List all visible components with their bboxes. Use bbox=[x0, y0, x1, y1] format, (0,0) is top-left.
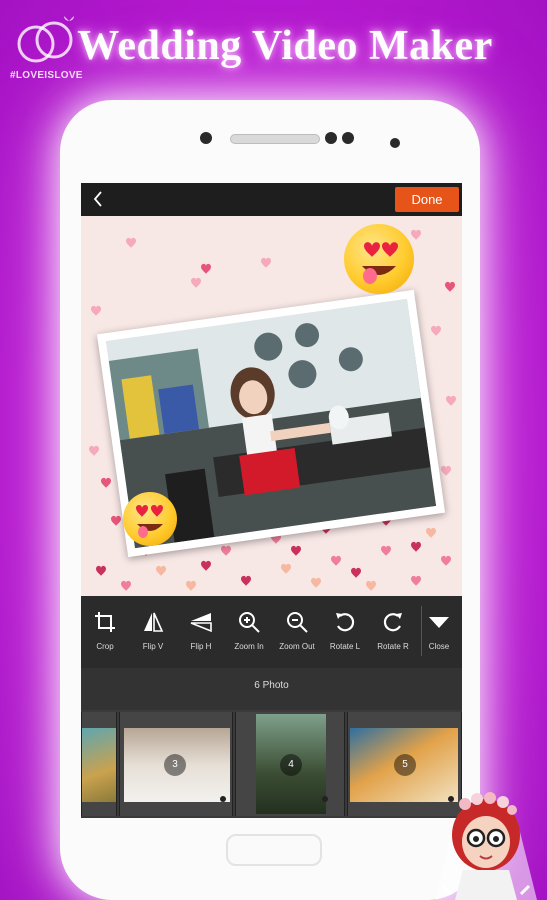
top-bar: Done bbox=[81, 183, 462, 216]
rotate-right-icon bbox=[383, 613, 402, 632]
edit-canvas[interactable] bbox=[81, 216, 462, 596]
close-tools-button[interactable]: Close bbox=[415, 602, 462, 662]
flip-h-button[interactable]: Flip H bbox=[177, 602, 225, 662]
rotate-left-button[interactable]: Rotate L bbox=[321, 602, 369, 662]
photos-count: 6 Photo bbox=[254, 680, 289, 691]
rotate-right-button[interactable]: Rotate R bbox=[369, 602, 417, 662]
page-title: Wedding Video Maker bbox=[77, 23, 493, 69]
sensor-dot bbox=[200, 132, 212, 144]
close-triangle-icon bbox=[429, 617, 449, 628]
thumbnail-image bbox=[82, 728, 116, 802]
chevron-left-icon bbox=[93, 191, 102, 207]
home-button[interactable] bbox=[226, 834, 322, 866]
front-camera-2 bbox=[342, 132, 354, 144]
bride-mascot bbox=[425, 790, 547, 900]
thumbnail-strip: 3 4 5 bbox=[81, 710, 462, 818]
flip-v-icon bbox=[144, 612, 164, 632]
thumbnail-number: 4 bbox=[280, 754, 302, 776]
flip-h-icon bbox=[190, 613, 212, 633]
flip-v-label: Flip V bbox=[142, 642, 164, 651]
flip-h-label: Flip H bbox=[190, 642, 212, 651]
bride-cartoon-icon bbox=[435, 792, 537, 900]
close-label: Close bbox=[428, 642, 450, 651]
front-camera bbox=[325, 132, 337, 144]
thumbnail-number: 3 bbox=[164, 754, 186, 776]
thumbnail-3[interactable]: 3 bbox=[119, 712, 233, 816]
zoom-out-icon bbox=[287, 612, 308, 633]
back-button[interactable] bbox=[87, 187, 111, 211]
done-button[interactable]: Done bbox=[395, 187, 459, 212]
app-screen: Done Crop Flip V Flip H Zoom In Zoom Out… bbox=[81, 183, 462, 818]
logo-tag: #LOVEISLOVE bbox=[10, 70, 83, 81]
photos-count-bar: 6 Photo bbox=[81, 668, 462, 710]
zoom-in-icon bbox=[239, 612, 260, 633]
flip-v-button[interactable]: Flip V bbox=[129, 602, 177, 662]
rotate-left-label: Rotate L bbox=[329, 642, 361, 651]
zoom-out-button[interactable]: Zoom Out bbox=[273, 602, 321, 662]
rotate-left-icon bbox=[336, 613, 355, 632]
heart-eyes-emoji-sticker[interactable] bbox=[344, 224, 414, 294]
emoji-face-small-icon bbox=[136, 505, 163, 538]
thumbnail-4[interactable]: 4 bbox=[235, 712, 345, 816]
speaker-grill bbox=[230, 134, 320, 144]
heart-eyes-emoji-sticker-small[interactable] bbox=[123, 492, 177, 546]
proximity-sensor bbox=[390, 138, 400, 148]
emoji-face-icon bbox=[362, 242, 398, 284]
edit-toolbar: Crop Flip V Flip H Zoom In Zoom Out Rota… bbox=[81, 596, 462, 668]
crop-icon bbox=[95, 612, 115, 632]
thumbnail-2[interactable] bbox=[81, 712, 117, 816]
crop-label: Crop bbox=[96, 642, 114, 651]
thumbnail-indicator-dot bbox=[220, 796, 226, 802]
rotate-right-label: Rotate R bbox=[377, 642, 409, 651]
zoom-in-label: Zoom In bbox=[234, 642, 264, 651]
crop-button[interactable]: Crop bbox=[81, 602, 129, 662]
thumbnail-number: 5 bbox=[394, 754, 416, 776]
thumbnail-indicator-dot bbox=[322, 796, 328, 802]
zoom-in-button[interactable]: Zoom In bbox=[225, 602, 273, 662]
zoom-out-label: Zoom Out bbox=[279, 642, 315, 651]
